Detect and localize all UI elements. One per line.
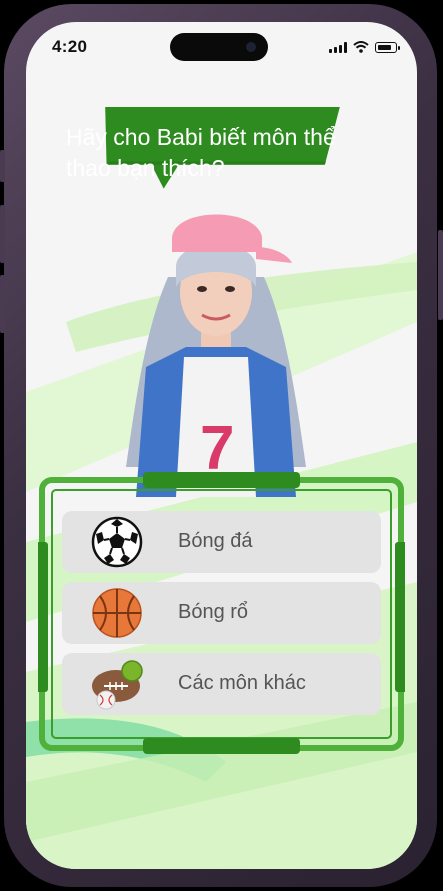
battery-icon (375, 42, 400, 53)
option-label: Các môn khác (178, 672, 306, 694)
babi-character-illustration: 7 (126, 214, 306, 497)
status-bar: 4:20 (26, 22, 417, 72)
option-other-sports[interactable]: Các môn khác (62, 653, 381, 715)
action-button (0, 150, 5, 182)
camera-icon (246, 42, 256, 52)
volume-up-button (0, 205, 5, 263)
other-sports-icon (92, 660, 143, 710)
app-screen: Hãy cho Babi biết môn thể thao bạn thích… (26, 22, 417, 869)
option-label: Bóng đá (178, 530, 253, 552)
status-time: 4:20 (52, 37, 88, 56)
dynamic-island (170, 33, 268, 61)
system-icons (329, 41, 400, 53)
basketball-icon (92, 588, 142, 638)
prompt-text: Hãy cho Babi biết môn thể thao bạn thích… (66, 124, 336, 181)
power-button (438, 230, 443, 320)
wifi-icon (353, 41, 369, 53)
cellular-signal-icon (329, 42, 347, 53)
option-label: Bóng rổ (178, 601, 249, 623)
option-soccer[interactable]: Bóng đá (62, 511, 381, 573)
battery-level (377, 44, 392, 50)
soccer-ball-icon (91, 516, 143, 568)
volume-down-button (0, 275, 5, 333)
option-basketball[interactable]: Bóng rổ (62, 582, 381, 644)
